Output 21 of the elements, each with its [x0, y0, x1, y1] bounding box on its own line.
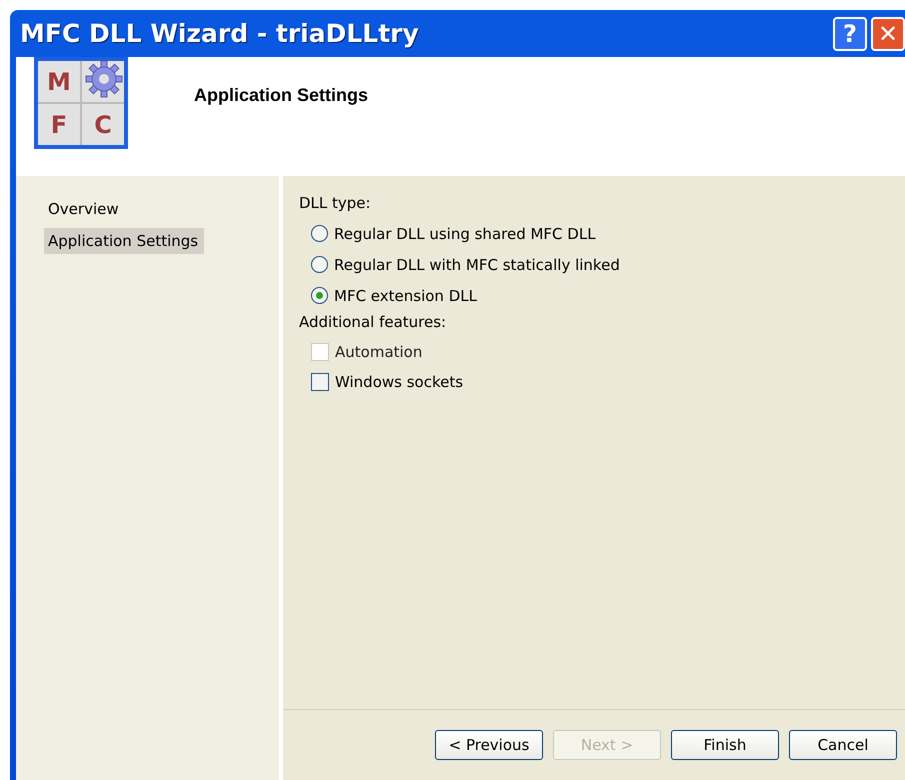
mfc-logo: M F C [34, 57, 128, 149]
radio-button[interactable] [311, 256, 328, 273]
group-label: DLL type: [299, 194, 372, 212]
wizard-button[interactable]: Cancel [789, 730, 897, 760]
sidebar-item[interactable]: Overview [44, 196, 125, 222]
group-label: Additional features: [299, 313, 448, 331]
checkbox[interactable] [311, 373, 329, 391]
option-label: MFC extension DLL [334, 286, 477, 304]
wizard-button[interactable]: < Previous [435, 730, 543, 760]
option-label: Automation [335, 343, 422, 361]
option-label: Windows sockets [335, 373, 464, 391]
window-title: MFC DLL Wizard - triaDLLtry [20, 19, 420, 48]
help-button[interactable]: ? [833, 16, 867, 50]
option-label: Regular DLL using shared MFC DLL [334, 224, 596, 242]
wizard-button[interactable]: Finish [671, 730, 779, 760]
sidebar-item[interactable]: Application Settings [44, 228, 204, 254]
close-button[interactable]: ✕ [871, 16, 905, 50]
radio-button[interactable] [311, 225, 328, 242]
page-title: Application Settings [194, 85, 368, 106]
option-label: Regular DLL with MFC statically linked [334, 256, 620, 274]
radio-button[interactable] [311, 287, 328, 304]
